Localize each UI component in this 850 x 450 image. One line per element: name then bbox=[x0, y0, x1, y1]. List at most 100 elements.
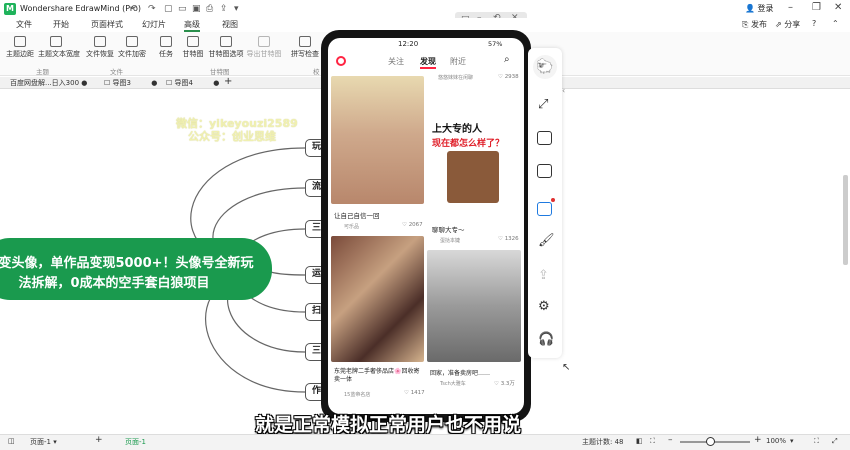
tab-dot-icon: ● bbox=[151, 79, 158, 87]
page-selector[interactable]: 页面-1 ▾ bbox=[30, 437, 57, 447]
feed-card-4-image[interactable] bbox=[427, 250, 521, 362]
doc-tab-2[interactable]: ☐ 导图3 ● bbox=[104, 78, 157, 88]
screen-record-icon[interactable] bbox=[537, 202, 552, 216]
mascot-avatar-icon[interactable]: 🐑 bbox=[533, 55, 557, 79]
export-icon[interactable]: ⇪ bbox=[220, 4, 228, 14]
export-disabled-icon[interactable]: ⇪ bbox=[538, 268, 549, 283]
group-label-proof: 校 bbox=[313, 68, 320, 76]
open-folder-icon[interactable]: ▭ bbox=[178, 4, 187, 14]
text-width-icon bbox=[50, 36, 62, 47]
undo-icon[interactable]: ↶ bbox=[130, 4, 138, 14]
phone-screen[interactable]: 12:20 57% 关注 发现 附近 ⌕ 让自己自信一回 可乐品 ♡ 2067 … bbox=[328, 38, 524, 414]
settings-gear-icon[interactable]: ⚙ bbox=[538, 299, 550, 314]
collapse-ribbon-icon[interactable]: ⌃ bbox=[832, 19, 839, 28]
feed-card-1-likes: ♡ 2067 bbox=[402, 222, 423, 228]
doc-tab-1[interactable]: 百度网盘解...日入300 ● bbox=[10, 78, 87, 88]
watermark-account: 公众号：创业思维 bbox=[188, 130, 276, 143]
feed-card-1-image[interactable] bbox=[331, 76, 424, 204]
tab-dot-icon: ● bbox=[81, 79, 88, 87]
zoom-dropdown-icon[interactable]: ▾ bbox=[790, 437, 794, 445]
gantt-options-icon bbox=[220, 36, 232, 47]
central-topic[interactable]: 变头像，单作品变现5000+！头像号全新玩 法拆解，0成本的空手套白狼项目 bbox=[0, 238, 272, 300]
menu-slides[interactable]: 幻灯片 bbox=[142, 19, 166, 30]
phone-tab-discover[interactable]: 发现 bbox=[420, 56, 436, 69]
add-page-icon[interactable]: + bbox=[95, 435, 103, 445]
brush-icon[interactable]: 🖌 bbox=[538, 233, 555, 248]
gantt-button[interactable]: 甘特图 bbox=[175, 36, 211, 59]
zoom-level[interactable]: 100% bbox=[766, 437, 786, 445]
window-minimize-icon[interactable]: – bbox=[788, 2, 793, 13]
menu-file[interactable]: 文件 bbox=[16, 19, 32, 30]
redo-icon[interactable]: ↷ bbox=[148, 4, 156, 14]
zoom-slider-handle[interactable] bbox=[706, 437, 715, 446]
login-label: 登录 bbox=[757, 4, 774, 13]
feed-card-4-title[interactable]: 回家，准备卖房吧…… bbox=[430, 368, 490, 377]
share-label: 分享 bbox=[784, 20, 801, 29]
print-icon[interactable]: ⎙ bbox=[206, 4, 213, 14]
menu-page-style[interactable]: 页面样式 bbox=[91, 19, 123, 30]
save-icon[interactable]: ▣ bbox=[192, 4, 201, 14]
page-tab[interactable]: 页面-1 bbox=[125, 437, 146, 447]
phone-tab-follow[interactable]: 关注 bbox=[388, 56, 404, 67]
fullscreen-mode-icon[interactable]: ⤢ bbox=[832, 437, 838, 446]
feed-top-user: 悠悠妹妹在闲聊 bbox=[438, 75, 474, 81]
video-camera-icon[interactable] bbox=[537, 164, 552, 178]
topic-margin-button[interactable]: 主题边距 bbox=[2, 36, 38, 59]
window-close-icon[interactable]: ✕ bbox=[834, 2, 842, 13]
phone-search-icon[interactable]: ⌕ bbox=[504, 54, 510, 65]
feed-card-3-title[interactable]: 东莞老牌二手奢侈品店🌸回收寄卖一体 bbox=[334, 368, 424, 384]
feed-card-2-caption[interactable]: 聊聊大专～ bbox=[432, 224, 465, 234]
gantt-options-button[interactable]: 甘特图选项 bbox=[208, 36, 244, 59]
fit-icon[interactable]: ◧ bbox=[636, 437, 643, 445]
export-gantt-button[interactable]: 导出甘特图 bbox=[246, 36, 282, 59]
window-restore-icon[interactable]: ❐ bbox=[812, 2, 821, 13]
gantt-icon bbox=[187, 36, 199, 47]
menu-home[interactable]: 开始 bbox=[53, 19, 69, 30]
mouse-cursor-icon: ↖ bbox=[562, 362, 571, 373]
export-gantt-icon bbox=[258, 36, 270, 47]
feed-card-1-user: 可乐品 bbox=[344, 224, 360, 230]
task-icon bbox=[160, 36, 172, 47]
camera-icon[interactable] bbox=[537, 131, 552, 145]
topic-text-width-button[interactable]: 主题文本宽度 bbox=[38, 36, 80, 59]
vertical-scrollbar[interactable] bbox=[843, 175, 848, 265]
topic-count: 主题计数: 48 bbox=[582, 438, 624, 446]
central-topic-line2: 法拆解，0成本的空手套白狼项目 bbox=[18, 276, 210, 291]
share-button[interactable]: ⇗ 分享 bbox=[775, 19, 800, 30]
feed-card-1-title[interactable]: 让自己自信一回 bbox=[334, 210, 380, 220]
collapse-arrow-icon[interactable]: ‹ bbox=[562, 86, 565, 95]
feed-card-4-likes: ♡ 3.3万 bbox=[494, 381, 515, 387]
xhs-logo-icon[interactable] bbox=[336, 56, 346, 66]
feed-card-2-user: 蛋挞本婕 bbox=[440, 238, 461, 244]
zoom-in-icon[interactable]: + bbox=[754, 435, 762, 445]
doc-tab-3[interactable]: ☐ 导图4 ● bbox=[166, 78, 219, 88]
file-encrypt-button[interactable]: 文件加密 bbox=[114, 36, 150, 59]
fullscreen-icon[interactable]: ⤢ bbox=[538, 97, 548, 112]
spell-check-button[interactable]: 拼写检查 bbox=[287, 36, 323, 59]
add-tab-icon[interactable]: + bbox=[224, 76, 232, 87]
phone-battery: 57% bbox=[488, 40, 503, 48]
spell-check-icon bbox=[299, 36, 311, 47]
headset-icon[interactable]: 🎧 bbox=[538, 332, 554, 347]
new-file-icon[interactable]: ▢ bbox=[164, 4, 173, 14]
phone-tab-nearby[interactable]: 附近 bbox=[450, 56, 466, 67]
menu-view[interactable]: 视图 bbox=[222, 19, 238, 30]
recovery-icon bbox=[94, 36, 106, 47]
presentation-icon[interactable]: ⛶ bbox=[814, 437, 819, 446]
focus-icon[interactable]: ⛶ bbox=[650, 437, 655, 446]
zoom-out-icon[interactable]: – bbox=[668, 435, 673, 445]
phone-clock: 12:20 bbox=[398, 40, 419, 48]
zoom-slider[interactable] bbox=[680, 441, 750, 443]
more-icon[interactable]: ▾ bbox=[234, 4, 239, 14]
login-button[interactable]: 👤 登录 bbox=[745, 3, 774, 14]
feed-card-3-likes: ♡ 1417 bbox=[404, 390, 425, 396]
feed-card-2-likes: ♡ 1326 bbox=[498, 236, 519, 242]
feed-card-3-image[interactable] bbox=[331, 236, 424, 362]
outline-toggle-icon[interactable]: ◫ bbox=[8, 437, 15, 445]
help-icon[interactable]: ? bbox=[812, 19, 816, 28]
app-title: Wondershare EdrawMind (Pro) bbox=[20, 4, 142, 13]
publish-button[interactable]: ⎘ 发布 bbox=[742, 19, 767, 30]
menu-advanced[interactable]: 高级 bbox=[184, 19, 200, 32]
file-recovery-button[interactable]: 文件恢复 bbox=[82, 36, 118, 59]
feed-card-2-subheading: 现在都怎么样了？ bbox=[432, 139, 505, 149]
